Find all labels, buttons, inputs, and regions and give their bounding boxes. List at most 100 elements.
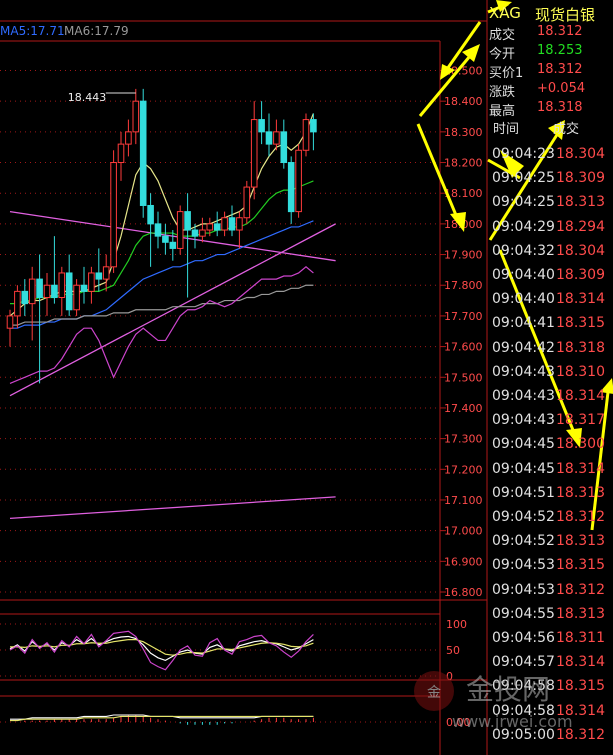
candle-body xyxy=(125,131,132,145)
candle-body xyxy=(258,119,265,133)
tick-price: 18.317 xyxy=(556,412,605,429)
candle-body xyxy=(36,278,43,299)
tick-time: 09:04:45 xyxy=(492,460,555,477)
candle-body xyxy=(199,229,206,237)
candle-body xyxy=(302,119,310,151)
tick-row: 09:04:32 18.304 xyxy=(487,243,613,267)
candle-body xyxy=(250,119,258,188)
candle-body xyxy=(184,211,191,231)
candle-body xyxy=(154,223,162,237)
tick-time: 09:04:32 xyxy=(492,242,555,259)
tick-row: 09:04:52 18.312 xyxy=(487,509,613,533)
tick-time: 09:04:41 xyxy=(492,315,555,332)
tick-price: 18.312 xyxy=(556,509,605,525)
tick-row: 09:04:40 18.309 xyxy=(487,267,613,291)
ma-line xyxy=(9,266,314,384)
quote-row: 成交 18.312 xyxy=(487,24,613,43)
candle-body xyxy=(221,217,228,231)
tick-time: 09:04:53 xyxy=(492,581,555,598)
instrument-title: XAG 现货白银 xyxy=(487,0,613,26)
price-tick-label: 17.800 xyxy=(444,279,483,292)
candle-body xyxy=(102,266,110,280)
tick-time: 09:04:40 xyxy=(492,291,555,308)
candle-body xyxy=(21,290,29,305)
tick-price: 18.294 xyxy=(556,218,605,235)
tick-row: 09:04:42 18.318 xyxy=(487,340,613,364)
ma5-legend: MA5:17.71 xyxy=(0,24,65,38)
ticks-header: 时间 成交 xyxy=(487,118,613,138)
instrument-name: 现货白银 xyxy=(535,6,596,24)
price-tick-label: 16.900 xyxy=(444,555,483,568)
tick-price: 18.318 xyxy=(556,339,605,356)
quote-label: 最高 xyxy=(489,104,516,119)
tick-price: 18.304 xyxy=(556,146,605,162)
tick-row: 09:04:53 18.312 xyxy=(487,582,613,606)
candle-body xyxy=(162,235,169,243)
candle-body xyxy=(243,186,251,219)
tick-row: 09:04:43 18.310 xyxy=(487,364,613,388)
candle-body xyxy=(265,131,273,145)
candle-body xyxy=(273,131,280,145)
tick-row: 09:04:52 18.313 xyxy=(487,533,613,557)
candle-body xyxy=(176,211,184,249)
candle-body xyxy=(132,100,140,133)
watermark-brand: 金投网 xyxy=(466,673,550,706)
tick-time: 09:04:23 xyxy=(492,146,555,162)
candle-body xyxy=(147,204,154,225)
candle-body xyxy=(191,229,199,237)
quote-row: 今开 18.253 xyxy=(487,43,613,62)
tick-time: 09:04:45 xyxy=(492,436,555,453)
oscillator-panel: 100500 xyxy=(0,618,467,683)
tick-price: 18.313 xyxy=(556,484,605,501)
tick-price: 18.314 xyxy=(556,291,605,308)
tick-row: 09:04:25 18.309 xyxy=(487,170,613,194)
tick-price: 18.313 xyxy=(556,605,605,622)
price-tick-label: 17.300 xyxy=(444,433,483,446)
candle-body xyxy=(280,131,288,164)
candle-body xyxy=(287,162,295,213)
tick-time: 09:04:52 xyxy=(492,533,555,550)
price-tick-label: 17.000 xyxy=(444,525,483,538)
tick-price: 18.313 xyxy=(556,194,605,211)
quote-label: 涨跌 xyxy=(489,85,516,100)
tick-price: 18.313 xyxy=(556,533,605,550)
instrument-symbol: XAG xyxy=(489,4,521,22)
candle-body xyxy=(295,149,302,213)
candle-body xyxy=(88,272,95,292)
candle-body xyxy=(28,278,36,305)
tick-row: 09:04:43 18.314 xyxy=(487,388,613,412)
watermark-url: www.jrwei.com xyxy=(452,712,573,731)
price-tick-label: 18.300 xyxy=(444,126,483,139)
tick-time: 09:04:29 xyxy=(492,218,555,235)
quote-value: 18.312 xyxy=(537,62,583,77)
tick-price: 18.315 xyxy=(556,557,605,574)
price-gridlines xyxy=(0,70,440,593)
price-tick-label: 17.600 xyxy=(444,341,483,354)
tick-time: 09:04:25 xyxy=(492,170,555,187)
annotations: 18.443 xyxy=(68,91,136,104)
quote-row: 最高 18.318 xyxy=(487,100,613,119)
price-tick-label: 16.800 xyxy=(444,586,483,599)
macd-line xyxy=(10,715,314,722)
candle-body xyxy=(65,272,73,311)
trendline xyxy=(9,496,336,520)
price-tick-label: 17.100 xyxy=(444,494,483,507)
quote-label: 今开 xyxy=(489,47,516,62)
candle-body xyxy=(310,119,317,133)
ma-line xyxy=(10,220,314,329)
quote-label: 成交 xyxy=(489,28,516,43)
tick-price: 18.312 xyxy=(556,581,605,598)
price-tick-label: 18.200 xyxy=(444,157,483,170)
price-axis: 18.50018.40018.30018.20018.10018.00017.9… xyxy=(440,65,483,599)
tick-row: 09:04:25 18.313 xyxy=(487,194,613,218)
quote-label: 买价1 xyxy=(489,66,524,81)
tick-price: 18.304 xyxy=(556,242,605,259)
price-tick-label: 17.400 xyxy=(444,402,483,415)
tick-row: 09:04:51 18.313 xyxy=(487,485,613,509)
tick-price: 18.309 xyxy=(556,170,605,187)
quote-value: 18.253 xyxy=(537,43,583,58)
tick-row: 09:04:40 18.314 xyxy=(487,291,613,315)
ticks-header-time: 时间 xyxy=(493,122,520,137)
tick-price: 18.309 xyxy=(556,267,605,283)
tick-row: 09:04:45 18.300 xyxy=(487,436,613,460)
